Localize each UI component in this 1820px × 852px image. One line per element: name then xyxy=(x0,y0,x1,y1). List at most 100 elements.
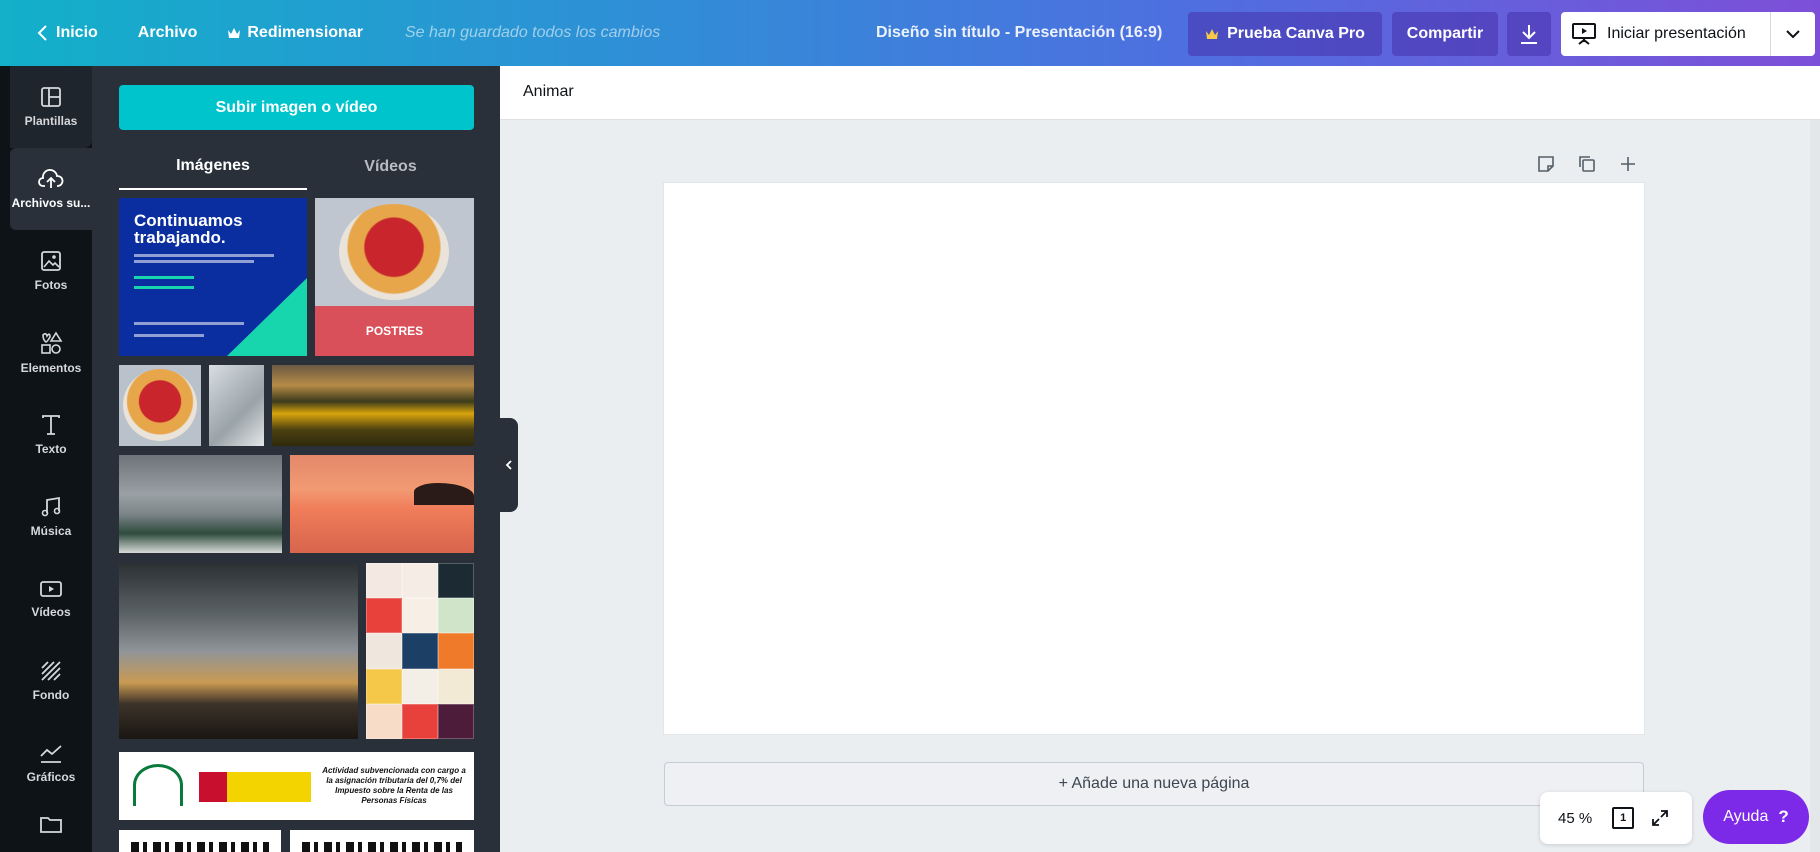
rail-item-folder[interactable] xyxy=(10,804,92,852)
thumb-junta-banner[interactable]: Actividad subvencionada con cargo a la a… xyxy=(119,752,474,820)
thumb-qr-code[interactable] xyxy=(290,830,474,852)
design-title[interactable]: Diseño sin título - Presentación (16:9) xyxy=(876,0,1162,66)
logo-cell xyxy=(438,668,474,704)
rail-label: Vídeos xyxy=(31,605,71,619)
rail-label: Fotos xyxy=(34,278,68,292)
rail-label: Archivos su... xyxy=(11,196,91,210)
file-label: Archivo xyxy=(137,24,198,41)
music-icon xyxy=(41,496,61,517)
home-button[interactable]: Inicio xyxy=(24,0,110,66)
duplicate-page-button[interactable] xyxy=(1573,150,1601,178)
rail-item-charts[interactable]: Gráficos xyxy=(10,722,92,804)
rail-label: Texto xyxy=(35,442,67,456)
text-line xyxy=(134,276,194,279)
tart-image xyxy=(123,369,197,441)
rail-item-videos[interactable]: Vídeos xyxy=(10,558,92,640)
add-page-plus-button[interactable] xyxy=(1614,150,1642,178)
rail-label: Música xyxy=(30,524,72,538)
download-button[interactable] xyxy=(1507,12,1551,56)
spain-flag-logo xyxy=(199,772,311,802)
logo-cell xyxy=(366,598,402,634)
thumb-qr-code[interactable] xyxy=(119,830,281,852)
canvas-page[interactable] xyxy=(664,183,1644,734)
text-line xyxy=(134,286,194,289)
logo-cell xyxy=(438,563,474,599)
rail-item-photos[interactable]: Fotos xyxy=(10,230,92,312)
rail-item-elements[interactable]: Elementos xyxy=(10,312,92,394)
thumb-sunset-sea-photo[interactable] xyxy=(290,455,474,553)
add-new-page-button[interactable]: + Añade una nueva página xyxy=(664,762,1644,806)
thumb-flyer-heading: Continuamos trabajando. xyxy=(134,211,243,247)
tab-videos[interactable]: Vídeos xyxy=(307,144,474,190)
page-count-button[interactable]: 1 xyxy=(1612,807,1635,829)
thumb-sunflowers-photo[interactable] xyxy=(272,365,474,446)
chevron-down-icon[interactable] xyxy=(1783,24,1803,44)
rail-item-background[interactable]: Fondo xyxy=(10,640,92,722)
resize-button[interactable]: Redimensionar xyxy=(215,0,375,66)
thumb-glass-photo[interactable] xyxy=(209,365,264,446)
vertical-scrollbar[interactable] xyxy=(1810,120,1820,852)
text-icon xyxy=(42,415,60,435)
question-mark-icon: ? xyxy=(1778,807,1789,826)
thumb-tart-photo[interactable] xyxy=(119,365,201,446)
chevron-left-icon xyxy=(505,460,512,470)
logo-cell xyxy=(402,563,438,599)
desserts-label: POSTRES xyxy=(315,306,474,356)
animate-button[interactable]: Animar xyxy=(523,83,574,101)
elements-icon xyxy=(41,331,63,354)
zoom-controls: 45 % 1 xyxy=(1540,792,1692,844)
background-icon xyxy=(41,661,61,681)
zoom-level[interactable]: 45 % xyxy=(1558,810,1592,827)
logo-cell xyxy=(438,598,474,634)
uploads-panel: Subir imagen o vídeo Imágenes Vídeos Con… xyxy=(92,66,500,852)
tart-image xyxy=(339,204,449,300)
templates-icon xyxy=(41,87,61,107)
logo-cell xyxy=(366,633,402,669)
rail-label: Gráficos xyxy=(26,770,76,784)
rail-item-music[interactable]: Música xyxy=(10,476,92,558)
present-divider xyxy=(1770,12,1771,56)
left-rail: Plantillas Archivos su... Fotos Elemento… xyxy=(0,66,92,852)
help-button[interactable]: Ayuda ? xyxy=(1703,790,1809,844)
logo-cell xyxy=(438,703,474,739)
plus-icon xyxy=(1621,157,1635,171)
logo-cell xyxy=(402,668,438,704)
collapse-panel-button[interactable] xyxy=(500,418,518,512)
fullscreen-icon[interactable] xyxy=(1650,808,1670,828)
thumb-logos-grid[interactable] xyxy=(366,563,474,739)
tab-images[interactable]: Imágenes xyxy=(119,144,307,190)
try-pro-button[interactable]: Prueba Canva Pro xyxy=(1188,12,1382,56)
share-button[interactable]: Compartir xyxy=(1392,12,1498,56)
rail-item-uploads[interactable]: Archivos su... xyxy=(10,148,92,230)
text-line xyxy=(134,334,204,337)
rail-item-templates[interactable]: Plantillas xyxy=(10,66,92,148)
teal-corner xyxy=(227,278,307,356)
animate-toolbar: Animar xyxy=(500,66,1820,120)
duplicate-icon xyxy=(1579,156,1595,172)
thumb-flyer-blue[interactable]: Continuamos trabajando. xyxy=(119,198,307,356)
file-menu-button[interactable]: Archivo xyxy=(126,0,210,66)
page-notes-button[interactable] xyxy=(1532,150,1560,178)
chart-icon xyxy=(40,745,62,763)
logo-cell xyxy=(438,633,474,669)
presentation-icon xyxy=(1572,23,1596,45)
thumb-desserts-poster[interactable]: POSTRES xyxy=(315,198,474,356)
top-bar: Inicio Archivo Redimensionar Se han guar… xyxy=(0,0,1820,66)
hill-silhouette xyxy=(414,483,474,505)
video-icon xyxy=(40,581,62,597)
rail-label: Fondo xyxy=(32,688,70,702)
rail-label: Elementos xyxy=(20,361,82,375)
resize-label: Redimensionar xyxy=(247,24,363,41)
thumb-tree-sunset-photo[interactable] xyxy=(119,563,358,739)
logo-cell xyxy=(402,703,438,739)
upload-media-button[interactable]: Subir imagen o vídeo xyxy=(119,85,474,130)
thumb-cloudy-sky-photo[interactable] xyxy=(119,455,282,553)
present-button[interactable]: Iniciar presentación xyxy=(1561,12,1815,56)
help-label: Ayuda xyxy=(1723,808,1769,825)
photo-icon xyxy=(41,251,61,271)
text-line xyxy=(134,260,254,263)
share-label: Compartir xyxy=(1406,25,1484,42)
junta-crest-logo xyxy=(133,764,183,806)
rail-item-text[interactable]: Texto xyxy=(10,394,92,476)
text-line xyxy=(134,254,274,257)
